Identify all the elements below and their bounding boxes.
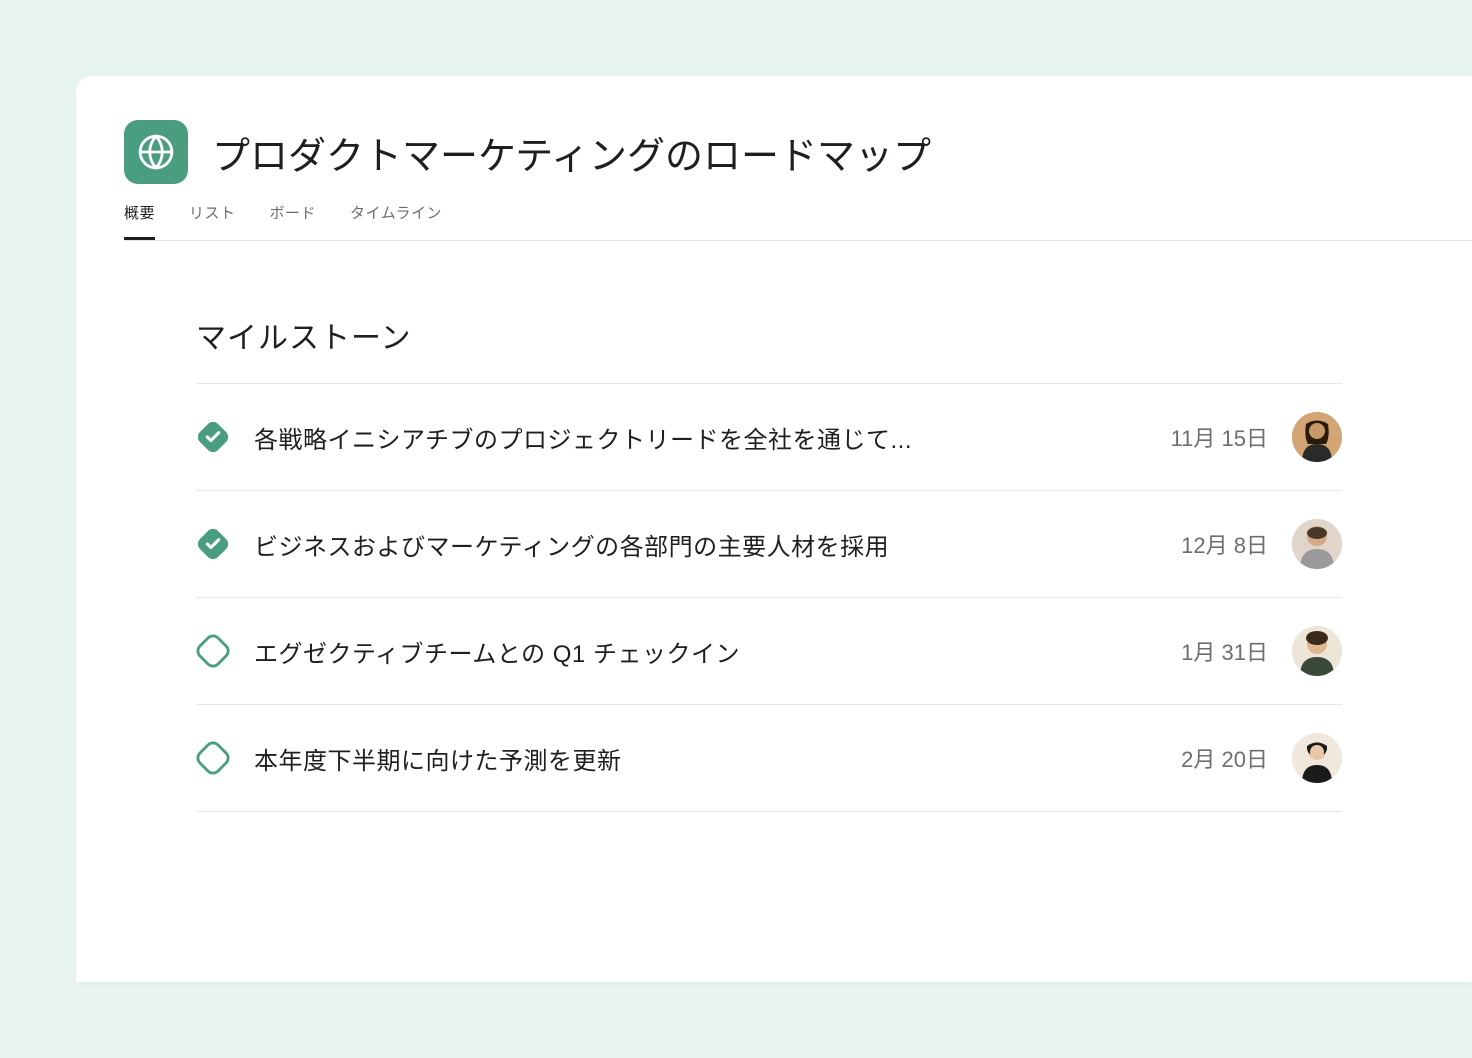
milestone-date: 11月 15日 xyxy=(1158,421,1268,453)
project-icon[interactable] xyxy=(124,120,188,184)
milestone-title: 各戦略イニシアチブのプロジェクトリードを全社を通じて... xyxy=(254,420,1134,455)
avatar[interactable] xyxy=(1292,519,1342,569)
tabs-bar: 概要 リスト ボード タイムライン xyxy=(124,202,1472,241)
content-area: マイルストーン 各戦略イニシアチブのプロジェクトリードを全社を通じて... 11… xyxy=(124,241,1472,812)
app-container: プロダクトマーケティングのロードマップ 概要 リスト ボード タイムライン マイ… xyxy=(76,76,1472,982)
tab-overview[interactable]: 概要 xyxy=(124,202,155,240)
milestone-complete-icon[interactable] xyxy=(196,527,230,561)
tab-board[interactable]: ボード xyxy=(270,202,317,240)
milestone-row[interactable]: 各戦略イニシアチブのプロジェクトリードを全社を通じて... 11月 15日 xyxy=(196,384,1342,491)
milestone-date: 1月 31日 xyxy=(1158,635,1268,667)
milestone-row[interactable]: 本年度下半期に向けた予測を更新 2月 20日 xyxy=(196,705,1342,812)
milestone-complete-icon[interactable] xyxy=(196,420,230,454)
milestone-date: 2月 20日 xyxy=(1158,742,1268,774)
milestone-title: ビジネスおよびマーケティングの各部門の主要人材を採用 xyxy=(254,527,1134,562)
milestone-list: 各戦略イニシアチブのプロジェクトリードを全社を通じて... 11月 15日 xyxy=(196,383,1342,812)
milestone-date: 12月 8日 xyxy=(1158,528,1268,560)
project-title: プロダクトマーケティングのロードマップ xyxy=(212,125,931,180)
tab-timeline[interactable]: タイムライン xyxy=(350,202,442,240)
avatar[interactable] xyxy=(1292,626,1342,676)
milestone-title: エグゼクティブチームとの Q1 チェックイン xyxy=(254,634,1134,669)
avatar[interactable] xyxy=(1292,733,1342,783)
milestone-row[interactable]: ビジネスおよびマーケティングの各部門の主要人材を採用 12月 8日 xyxy=(196,491,1342,598)
milestone-incomplete-icon[interactable] xyxy=(196,741,230,775)
milestone-row[interactable]: エグゼクティブチームとの Q1 チェックイン 1月 31日 xyxy=(196,598,1342,705)
milestone-incomplete-icon[interactable] xyxy=(196,634,230,668)
milestone-title: 本年度下半期に向けた予測を更新 xyxy=(254,741,1134,776)
avatar[interactable] xyxy=(1292,412,1342,462)
section-title: マイルストーン xyxy=(196,313,1342,357)
tab-list[interactable]: リスト xyxy=(189,202,236,240)
globe-icon xyxy=(137,133,175,171)
project-header: プロダクトマーケティングのロードマップ xyxy=(124,120,1472,184)
